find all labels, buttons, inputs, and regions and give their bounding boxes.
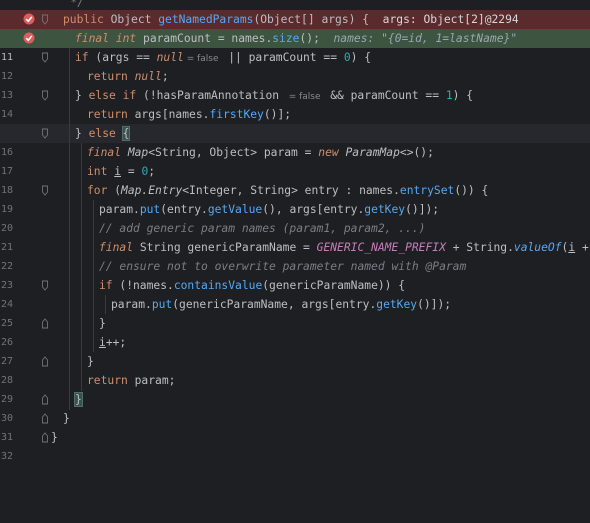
code-line[interactable]: 15 return args[names.firstKey()]; (0, 105, 590, 139)
code-text: int i = 0; (87, 165, 156, 178)
indent-guide (69, 48, 70, 410)
matched-brace: { (121, 126, 131, 141)
fold-marker-icon[interactable] (42, 90, 48, 101)
code-line[interactable]: 25 param.put(genericParamName, args[entr… (0, 295, 590, 329)
code-line-breakpoint[interactable]: 10 public Object getNamedParams(Object[]… (0, 10, 590, 44)
code-line[interactable]: 13 return null; (0, 67, 590, 101)
code-text: return null; (87, 70, 169, 83)
code-text: public Object getNamedParams(Object[] ar… (63, 13, 519, 26)
indent-guide (93, 200, 94, 352)
inline-debug-value: args: Object[2]@2294 (382, 13, 519, 26)
code-text: param.put(genericParamName, args[entry.g… (111, 298, 452, 311)
code-text: final Map<String, Object> param = new Pa… (87, 146, 434, 159)
fold-marker-icon[interactable] (42, 280, 48, 291)
code-line[interactable]: 19 for (Map.Entry<Integer, String> entry… (0, 181, 590, 215)
code-text: } (51, 431, 58, 444)
code-line[interactable]: 31 } (0, 409, 590, 443)
execution-point-icon[interactable] (22, 31, 36, 45)
code-line[interactable]: 32 } (0, 428, 590, 462)
code-line[interactable]: 27 i++; (0, 333, 590, 367)
code-line[interactable]: 20 param.put(entry.getValue(), args[entr… (0, 200, 590, 234)
code-text: // add generic param names (param1, para… (50, 219, 425, 238)
indent-guide (81, 143, 82, 391)
code-line-execution[interactable]: 11 final int paramCount = names.size(); … (0, 29, 590, 63)
fold-marker-icon[interactable] (42, 185, 48, 196)
fold-marker-icon[interactable] (42, 14, 48, 25)
fold-marker-icon[interactable] (42, 394, 48, 405)
code-line[interactable]: 29 return param; (0, 371, 590, 405)
fold-marker-icon[interactable] (42, 356, 48, 367)
inline-hint: = false (183, 54, 222, 64)
matched-brace: } (74, 392, 83, 407)
code-editor[interactable]: 09 */ 10 public Object getNamedParams(Ob… (0, 0, 590, 465)
fold-marker-icon[interactable] (42, 432, 48, 443)
inline-hint: = false (285, 92, 324, 102)
code-line[interactable]: 22 final String genericParamName = GENER… (0, 238, 590, 272)
code-text: final int paramCount = names.size(); nam… (75, 32, 518, 45)
code-line[interactable]: 18 int i = 0; (0, 162, 590, 196)
line-number: 32 (0, 451, 13, 462)
code-text: return args[names.firstKey()]; (87, 108, 292, 121)
inline-debug-value: names: (333, 32, 382, 45)
code-comment: // add generic param names (param1, para… (99, 222, 426, 235)
code-line[interactable]: 17 final Map<String, Object> param = new… (0, 143, 590, 177)
code-text: // ensure not to overwrite parameter nam… (50, 257, 466, 276)
code-comment: // ensure not to overwrite parameter nam… (99, 260, 467, 273)
code-text: } else { (75, 126, 131, 141)
code-line[interactable]: 26 } (0, 314, 590, 348)
code-text: for (Map.Entry<Integer, String> entry : … (87, 184, 489, 197)
code-text: } (99, 317, 106, 330)
code-text: if (!names.containsValue(genericParamNam… (99, 279, 406, 292)
indent-guide (105, 295, 106, 314)
code-text: param.put(entry.getValue(), args[entry.g… (99, 203, 440, 216)
fold-marker-icon[interactable] (42, 413, 48, 424)
code-text: } (87, 355, 94, 368)
code-line-current[interactable]: 16 } else { (0, 124, 590, 158)
code-line[interactable]: 14 } else if (!hasParamAnnotation = fals… (0, 86, 590, 120)
fold-marker-icon[interactable] (42, 318, 48, 329)
code-text: i++; (99, 336, 127, 349)
code-line[interactable]: 30 } (0, 390, 590, 424)
code-text: final String genericParamName = GENERIC_… (99, 241, 589, 254)
code-line[interactable]: 24 if (!names.containsValue(genericParam… (0, 276, 590, 310)
code-line[interactable]: 12 if (args == null = false || paramCoun… (0, 48, 590, 82)
code-text: if (args == null = false || paramCount =… (75, 51, 372, 64)
code-text: } (50, 390, 83, 409)
fold-marker-icon[interactable] (42, 52, 48, 63)
code-line[interactable]: 28 } (0, 352, 590, 386)
breakpoint-check-icon[interactable] (22, 12, 36, 26)
fold-marker-icon[interactable] (42, 128, 48, 139)
code-text: } else if (!hasParamAnnotation = false &… (75, 89, 474, 102)
code-line[interactable]: 21 // add generic param names (param1, p… (0, 219, 590, 253)
code-text: } (63, 412, 70, 425)
code-line[interactable]: 23 // ensure not to overwrite parameter … (0, 257, 590, 291)
